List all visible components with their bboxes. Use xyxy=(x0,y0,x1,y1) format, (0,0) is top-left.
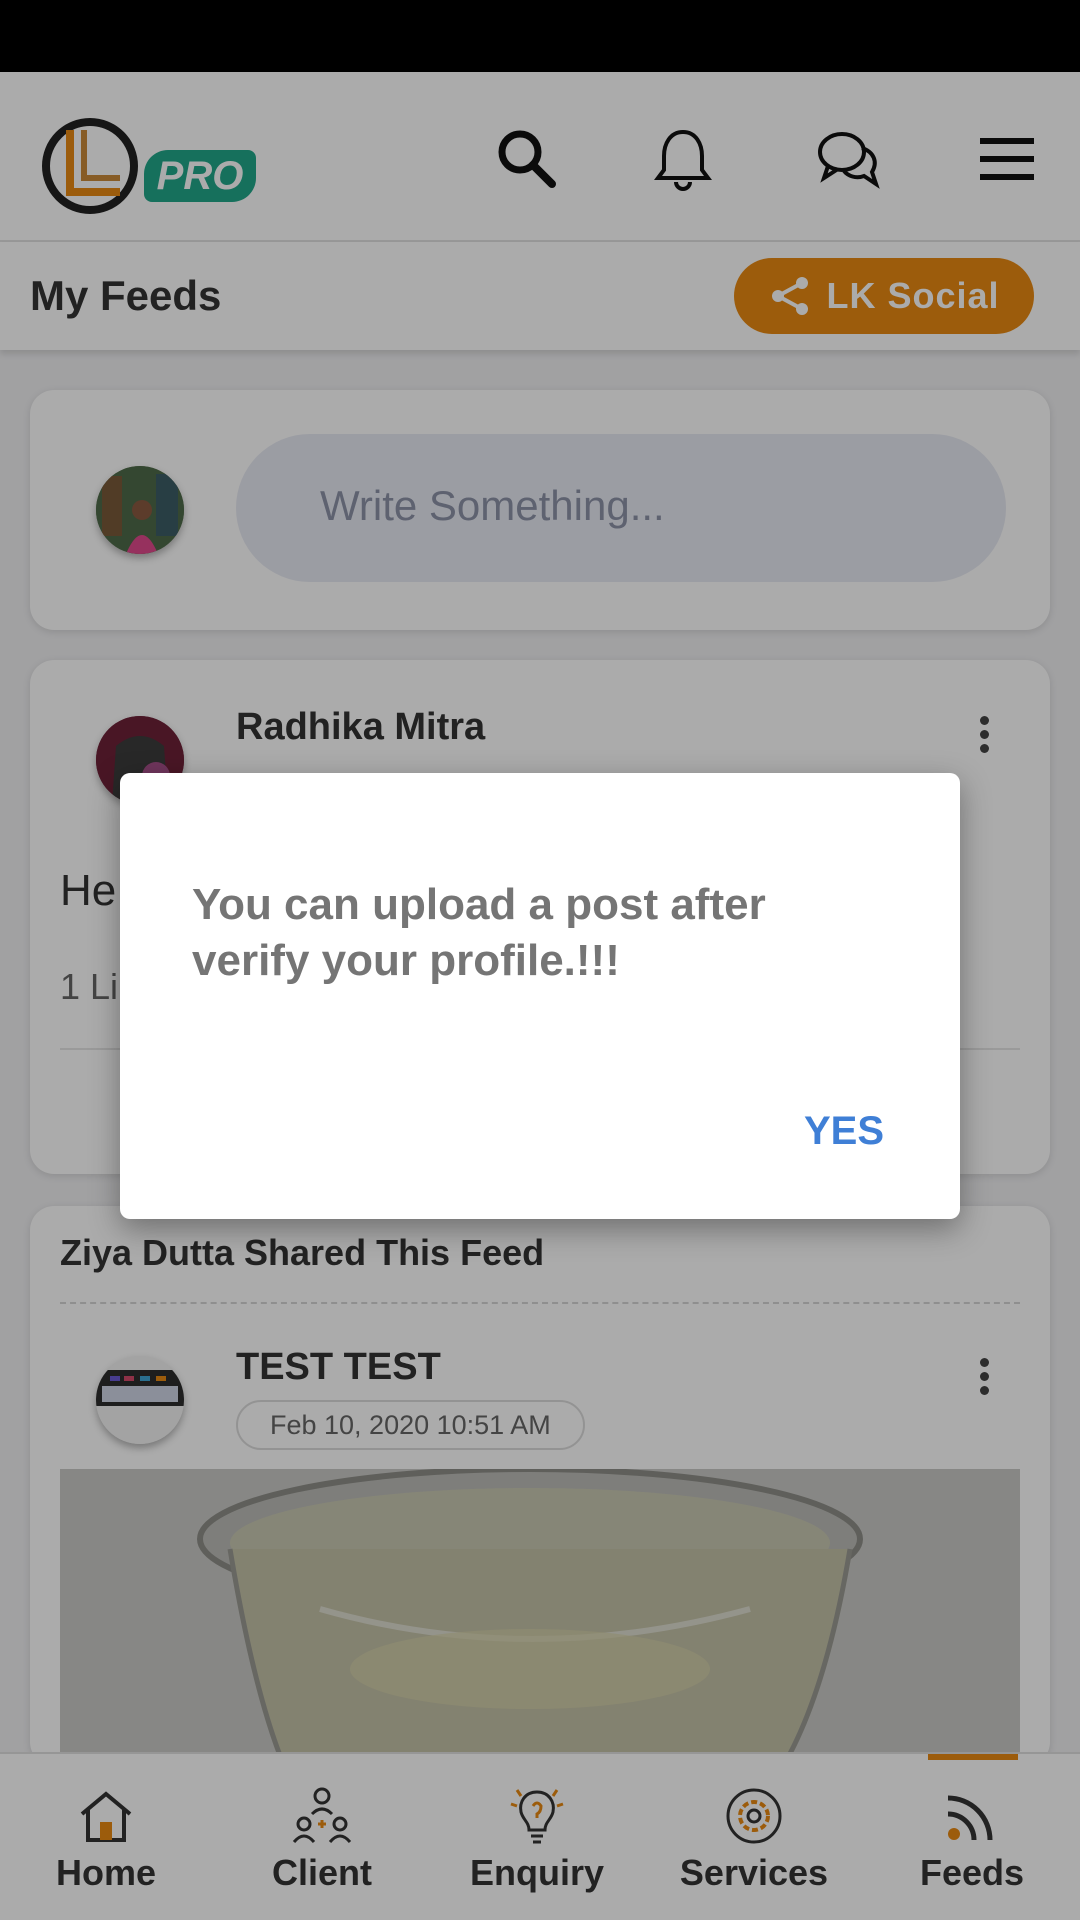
verify-profile-dialog: You can upload a post after verify your … xyxy=(120,773,960,1219)
dialog-message: You can upload a post after verify your … xyxy=(192,880,766,985)
yes-button[interactable]: YES xyxy=(804,1109,884,1154)
status-bar xyxy=(0,0,1080,72)
